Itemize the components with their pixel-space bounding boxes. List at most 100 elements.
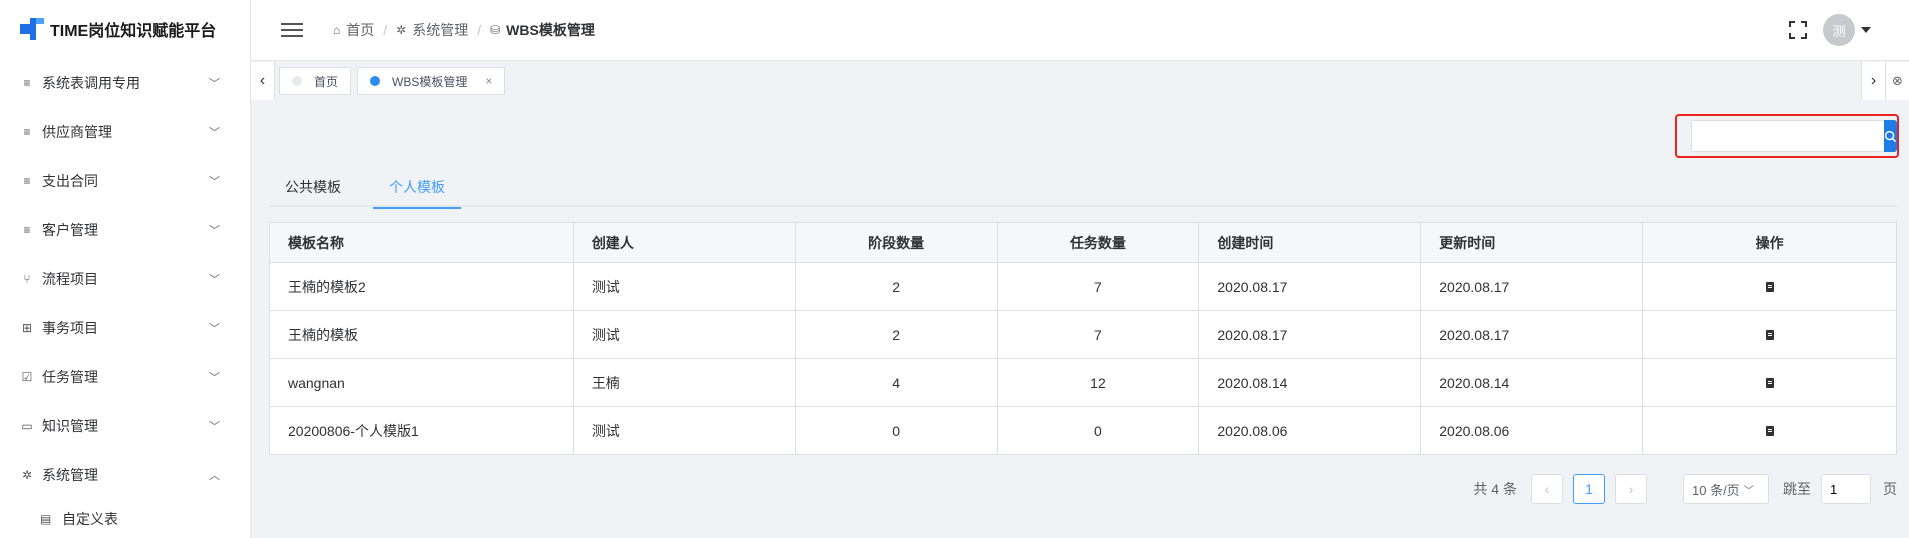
breadcrumb-system[interactable]: 系统管理 xyxy=(412,20,468,40)
tab-personal-templates[interactable]: 个人模板 xyxy=(373,175,461,209)
chevron-right-icon[interactable]: › xyxy=(1861,62,1885,100)
breadcrumb-home[interactable]: 首页 xyxy=(346,20,374,40)
gear-icon: ✲ xyxy=(21,467,33,482)
list-icon: ≡ xyxy=(23,173,31,188)
logo[interactable]: TIME岗位知识赋能平台 xyxy=(0,0,250,58)
column-header: 操作 xyxy=(1642,222,1897,263)
branch-icon: ⑂ xyxy=(23,271,31,286)
home-icon: ⌂ xyxy=(333,23,341,37)
sidebar-item-label: 供应商管理 xyxy=(42,123,112,140)
chevron-icon: ﹀ xyxy=(209,175,220,188)
gear-icon: ✲ xyxy=(396,23,407,37)
creator-cell: 测试 xyxy=(572,406,796,455)
table-row: 王楠的模板2 测试 2 7 2020.08.17 2020.08.17 xyxy=(269,262,1897,311)
table-header-row: 模板名称 创建人 阶段数量 任务数量 创建时间 更新时间 操作 xyxy=(269,222,1897,263)
tags-scroll: 首页 WBS模板管理 × xyxy=(275,62,1861,100)
task-count-cell: 12 xyxy=(996,358,1200,407)
document-icon[interactable] xyxy=(1765,377,1774,388)
sidebar-item-label: 任务管理 xyxy=(42,368,98,385)
avatar[interactable]: 测 xyxy=(1823,14,1855,46)
tag-home[interactable]: 首页 xyxy=(279,67,352,95)
updated-time-cell: 2020.08.14 xyxy=(1420,358,1644,407)
sidebar-item[interactable]: ≡ 支出合同 ﹀ xyxy=(0,156,250,205)
chevron-icon: ﹀ xyxy=(209,126,220,139)
action-cell xyxy=(1642,262,1897,311)
prev-page-button[interactable]: ‹ xyxy=(1531,474,1563,504)
sidebar-item[interactable]: ✲ 系统管理 ︿ xyxy=(0,450,250,499)
sidebar-item-label: 支出合同 xyxy=(42,172,98,189)
close-all-icon[interactable]: ⊗ xyxy=(1885,62,1909,100)
breadcrumb-current: WBS模板管理 xyxy=(506,22,595,38)
column-header: 更新时间 xyxy=(1420,222,1644,263)
book-icon: ▭ xyxy=(21,418,33,433)
tag-label: 首页 xyxy=(314,74,339,89)
search-input[interactable] xyxy=(1691,120,1884,152)
sidebar-subitem-label: 自定义表 xyxy=(62,511,118,527)
table-row: wangnan 王楠 4 12 2020.08.14 2020.08.14 xyxy=(269,358,1897,407)
search-icon xyxy=(1884,130,1897,142)
sidebar-item-label: 流程项目 xyxy=(42,270,98,287)
column-header: 阶段数量 xyxy=(794,222,998,263)
table-row: 20200806-个人模版1 测试 0 0 2020.08.06 2020.08.06 xyxy=(269,406,1897,455)
sidebar: TIME岗位知识赋能平台 ≡ 系统表调用专用 ﹀ ≡ 供应商管理 ﹀ ≡ 支出合同 ﹀ ≡ 客户管理… xyxy=(0,0,251,538)
chevron-down-icon: ﹀ xyxy=(1743,485,1754,497)
sidebar-item[interactable]: ⑂ 流程项目 ﹀ xyxy=(0,254,250,303)
chevron-left-icon[interactable]: ‹ xyxy=(251,62,275,100)
tag-wbs-template[interactable]: WBS模板管理 × xyxy=(357,67,506,95)
next-page-button[interactable]: › xyxy=(1615,474,1647,504)
table-body: 王楠的模板2 测试 2 7 2020.08.17 2020.08.17 王楠的模板 测试 2 7 2… xyxy=(269,262,1897,455)
updated-time-cell: 2020.08.17 xyxy=(1420,262,1644,311)
document-icon[interactable] xyxy=(1765,425,1774,436)
sidebar-item-label: 事务项目 xyxy=(42,319,98,336)
action-cell xyxy=(1642,310,1897,359)
list-icon: ≡ xyxy=(23,75,31,90)
sidebar-item[interactable]: ≡ 系统表调用专用 ﹀ xyxy=(0,58,250,107)
template-name-cell: wangnan xyxy=(269,358,574,407)
top-header: ⌂ 首页 / ✲ 系统管理 / ⛁ WBS模板管理 测 xyxy=(251,0,1909,61)
task-count-cell: 7 xyxy=(996,310,1200,359)
column-header: 创建人 xyxy=(572,222,796,263)
template-name-cell: 王楠的模板2 xyxy=(269,262,574,311)
chevron-icon: ﹀ xyxy=(209,371,220,384)
chevron-icon: ﹀ xyxy=(209,273,220,286)
sidebar-subitem[interactable]: ▤ 自定义表 xyxy=(0,499,250,538)
page-number-button[interactable]: 1 xyxy=(1573,474,1605,504)
document-icon[interactable] xyxy=(1765,281,1774,292)
sidebar-item[interactable]: ▭ 知识管理 ﹀ xyxy=(0,401,250,450)
creator-cell: 测试 xyxy=(572,262,796,311)
sidebar-item[interactable]: ≡ 客户管理 ﹀ xyxy=(0,205,250,254)
document-icon[interactable] xyxy=(1765,329,1774,340)
jump-page-input[interactable] xyxy=(1821,474,1871,504)
list-icon: ≡ xyxy=(23,124,31,139)
caret-down-icon[interactable] xyxy=(1861,27,1871,33)
fullscreen-icon[interactable] xyxy=(1789,21,1807,39)
stage-count-cell: 2 xyxy=(794,262,998,311)
created-time-cell: 2020.08.06 xyxy=(1198,406,1422,455)
sidebar-item-label: 系统表调用专用 xyxy=(42,74,140,91)
logo-icon xyxy=(20,18,44,40)
created-time-cell: 2020.08.17 xyxy=(1198,262,1422,311)
chevron-icon: ﹀ xyxy=(209,420,220,433)
breadcrumb-separator: / xyxy=(477,22,482,38)
search-button[interactable] xyxy=(1884,120,1897,152)
updated-time-cell: 2020.08.06 xyxy=(1420,406,1644,455)
creator-cell: 测试 xyxy=(572,310,796,359)
page-size-select[interactable]: 10 条/页 ﹀ xyxy=(1683,474,1769,504)
sidebar-item[interactable]: ☑ 任务管理 ﹀ xyxy=(0,352,250,401)
chevron-icon: ﹀ xyxy=(209,322,220,335)
menu-toggle-icon[interactable] xyxy=(281,23,303,37)
chevron-icon: ﹀ xyxy=(209,77,220,90)
stage-count-cell: 0 xyxy=(794,406,998,455)
checkbox-icon: ☑ xyxy=(21,369,33,384)
page-size-value: 10 条/页 xyxy=(1692,482,1740,498)
chevron-icon: ﹀ xyxy=(209,224,220,237)
updated-time-cell: 2020.08.17 xyxy=(1420,310,1644,359)
sidebar-item[interactable]: ⊞ 事务项目 ﹀ xyxy=(0,303,250,352)
tab-public-templates[interactable]: 公共模板 xyxy=(269,175,357,207)
sidebar-item[interactable]: ≡ 供应商管理 ﹀ xyxy=(0,107,250,156)
column-header: 模板名称 xyxy=(269,222,574,263)
creator-cell: 王楠 xyxy=(572,358,796,407)
pagination: 共 4 条 ‹ 1 › 10 条/页 ﹀ 跳至 页 xyxy=(1473,474,1897,504)
sidebar-menu: ≡ 系统表调用专用 ﹀ ≡ 供应商管理 ﹀ ≡ 支出合同 ﹀ ≡ 客户管理 ﹀ ⑂ 流程项目 ﹀ ⊞ 事务项目 ﹀… xyxy=(0,58,250,538)
close-icon[interactable]: × xyxy=(485,74,492,88)
